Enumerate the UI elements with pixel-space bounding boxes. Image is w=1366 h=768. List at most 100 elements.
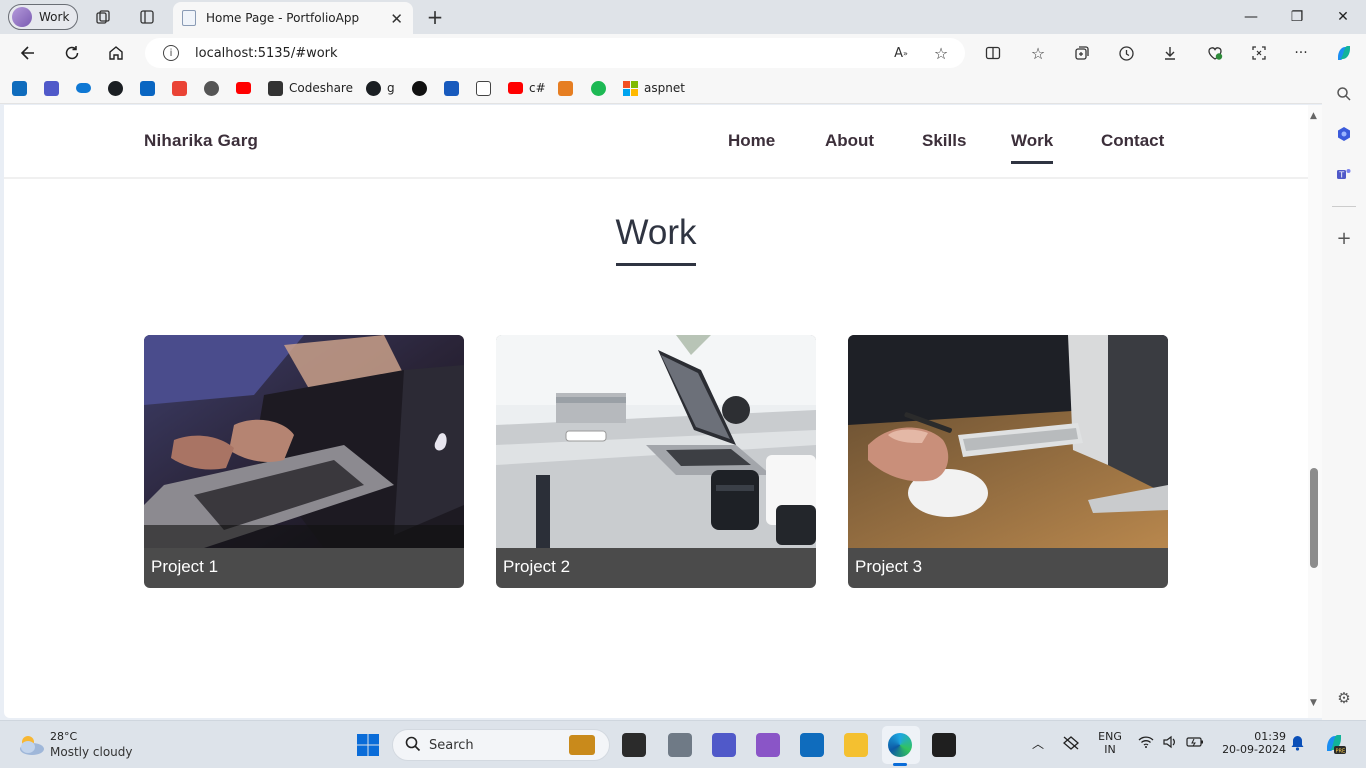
favorites-icon[interactable]: ☆ [1027, 42, 1049, 64]
split-screen-icon[interactable] [982, 42, 1004, 64]
tab-bar: Work Home Page - PortfolioApp ✕ + — ❐ ✕ [0, 0, 1366, 34]
nav-about[interactable]: About [825, 131, 874, 151]
fav-profile[interactable] [558, 80, 573, 96]
downloads-icon[interactable] [1159, 42, 1181, 64]
fav-github[interactable] [108, 80, 123, 96]
refresh-icon[interactable] [61, 42, 83, 64]
word-icon [444, 80, 459, 96]
scrollbar-track[interactable] [1308, 105, 1322, 718]
briefcase-icon [569, 735, 595, 755]
clock-time: 01:39 [1254, 730, 1286, 743]
input-language[interactable]: ENG IN [1094, 730, 1126, 756]
fav-onedrive[interactable] [76, 80, 91, 96]
fav-codeshare[interactable]: Codeshare [268, 80, 353, 96]
codeshare-icon [268, 80, 283, 96]
taskbar-search[interactable]: Search [392, 729, 610, 761]
project-card-1[interactable]: Project 1 [144, 335, 464, 588]
fav-chatgpt[interactable] [204, 80, 219, 96]
search-icon [405, 736, 421, 755]
notification-bell-icon[interactable] [1290, 735, 1305, 754]
fav-c[interactable] [412, 80, 427, 96]
back-icon[interactable] [17, 42, 39, 64]
copilot-icon[interactable] [1333, 42, 1355, 64]
visual-studio-icon[interactable] [756, 733, 780, 757]
browser-essentials-icon[interactable] [1204, 42, 1226, 64]
nav-skills[interactable]: Skills [922, 131, 966, 151]
fav-youtube[interactable] [236, 80, 251, 96]
profile-avatar [12, 7, 32, 27]
new-tab-icon[interactable]: + [424, 5, 446, 29]
profile-button[interactable]: Work [8, 4, 78, 30]
chatgpt-icon [204, 80, 219, 96]
read-aloud-icon[interactable]: A» [890, 42, 912, 64]
nav-home[interactable]: Home [728, 131, 775, 151]
fav-g-label: g [387, 81, 395, 95]
fav-outlook[interactable] [12, 80, 27, 96]
home-icon[interactable] [105, 42, 127, 64]
teams-sidebar-icon[interactable]: T [1334, 164, 1354, 184]
task-view-icon[interactable] [622, 733, 646, 757]
fav-gmail[interactable] [172, 80, 187, 96]
camera-app-icon[interactable] [668, 733, 692, 757]
fav-github-g[interactable]: g [366, 80, 395, 96]
collections-icon[interactable] [1071, 42, 1093, 64]
fav-csharp-doc[interactable] [476, 80, 491, 96]
taskbar: 28°C Mostly cloudy Search ︿ ENG IN 01:39… [0, 720, 1366, 768]
search-icon[interactable] [1334, 84, 1354, 104]
terminal-icon[interactable] [932, 733, 956, 757]
edge-taskbar-icon[interactable] [888, 733, 912, 757]
tab-actions-icon[interactable] [136, 7, 158, 27]
microsoft-logo-icon [623, 80, 638, 96]
battery-icon[interactable] [1186, 735, 1204, 752]
more-menu-icon[interactable]: ··· [1290, 42, 1312, 64]
wifi-icon[interactable] [1138, 735, 1154, 752]
project-card-3[interactable]: Project 3 [848, 335, 1168, 588]
project-3-title: Project 3 [855, 557, 923, 576]
fav-teams[interactable] [44, 80, 59, 96]
sidebar-settings-icon[interactable]: ⚙ [1334, 688, 1354, 708]
tab-close-icon[interactable]: ✕ [390, 10, 403, 28]
search-placeholder: Search [429, 737, 474, 753]
copilot-sidebar-icon[interactable] [1334, 124, 1354, 144]
project-card-2[interactable]: Project 2 [496, 335, 816, 588]
show-hidden-icons-icon[interactable]: ︿ [1032, 735, 1044, 752]
fav-word[interactable] [444, 80, 459, 96]
screenshot-icon[interactable] [1248, 42, 1270, 64]
project-2-title: Project 2 [503, 557, 571, 576]
scrollbar-thumb[interactable] [1310, 468, 1318, 568]
favorite-star-icon[interactable]: ☆ [930, 42, 952, 64]
section-title: Work [615, 213, 697, 252]
scroll-up-arrow-icon[interactable]: ▲ [1310, 111, 1317, 121]
teams-taskbar-icon[interactable] [712, 733, 736, 757]
history-icon[interactable] [1115, 42, 1137, 64]
youtube-icon [508, 82, 523, 94]
vpn-off-icon[interactable] [1062, 735, 1080, 754]
user-card-icon [558, 80, 573, 96]
outlook-taskbar-icon[interactable] [800, 733, 824, 757]
nav-contact[interactable]: Contact [1101, 131, 1164, 151]
copilot-preview-icon[interactable]: PRE [1322, 731, 1346, 758]
address-bar[interactable]: i localhost:5135/#work [145, 38, 965, 68]
start-windows-icon[interactable] [356, 733, 380, 757]
circle-c-icon [412, 80, 427, 96]
weather-widget[interactable]: 28°C Mostly cloudy [14, 729, 154, 761]
fav-aspnet[interactable]: aspnet [623, 80, 685, 96]
volume-icon[interactable] [1162, 735, 1178, 752]
scroll-down-arrow-icon[interactable]: ▼ [1310, 698, 1317, 708]
site-info-icon[interactable]: i [163, 45, 179, 61]
file-explorer-icon[interactable] [844, 733, 868, 757]
fav-youtube-csharp[interactable]: c# [508, 80, 546, 96]
page-favicon-icon [182, 10, 196, 26]
tab-home-page[interactable]: Home Page - PortfolioApp ✕ [173, 2, 413, 34]
minimize-icon[interactable]: — [1228, 0, 1274, 34]
site-brand[interactable]: Niharika Garg [144, 131, 258, 151]
add-sidebar-app-icon[interactable]: + [1334, 228, 1354, 249]
close-window-icon[interactable]: ✕ [1320, 0, 1366, 34]
title-underline [616, 263, 696, 266]
workspaces-icon[interactable] [92, 7, 114, 27]
clock[interactable]: 01:39 20-09-2024 [1216, 730, 1286, 756]
restore-icon[interactable]: ❐ [1274, 0, 1320, 34]
fav-linkedin[interactable] [140, 80, 155, 96]
fav-spotify[interactable] [591, 80, 606, 96]
nav-work[interactable]: Work [1011, 131, 1054, 164]
